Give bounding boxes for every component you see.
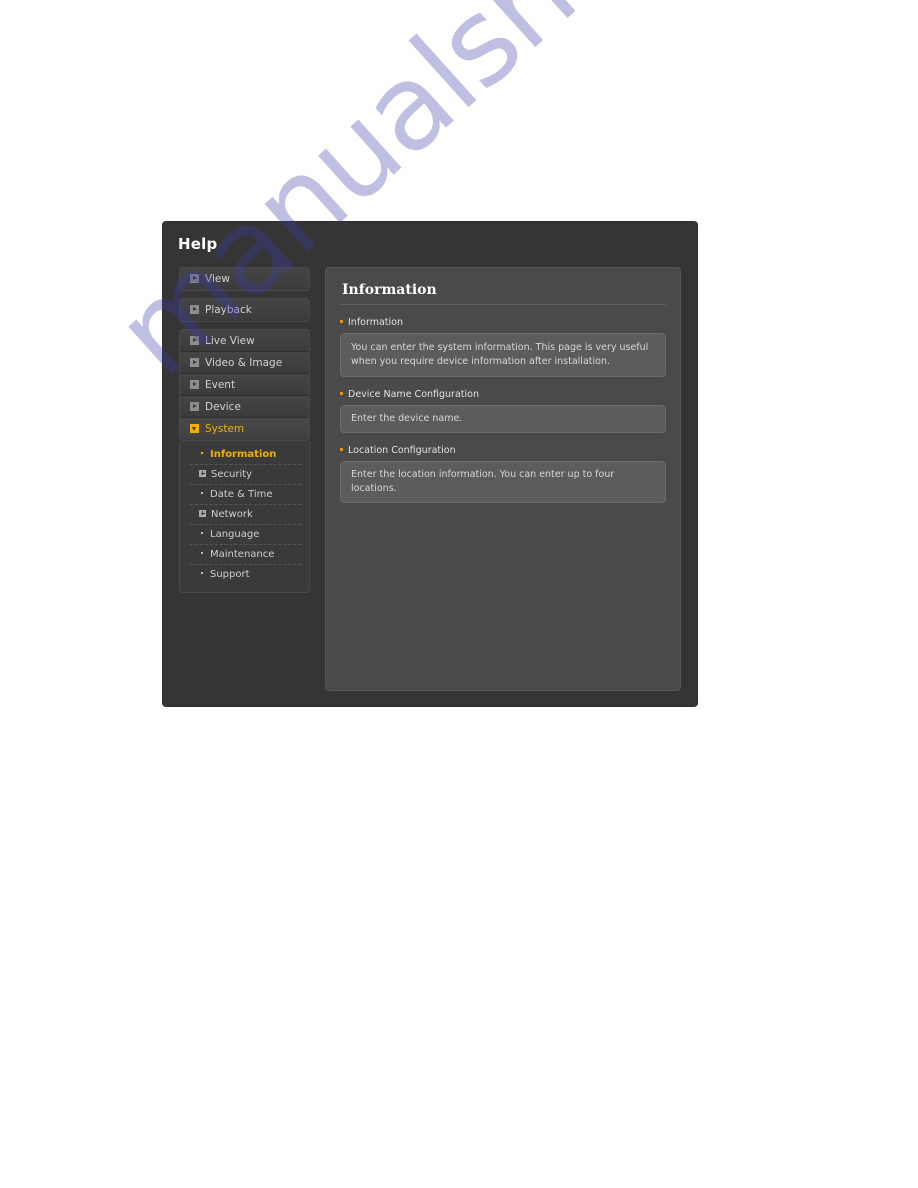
triangle-right-icon <box>190 273 199 283</box>
sidebar-item-device[interactable]: Device <box>180 396 309 418</box>
square-bullet-icon <box>340 392 343 395</box>
dot-bullet-icon <box>201 572 203 574</box>
triangle-right-icon <box>190 379 199 389</box>
sidebar-item-label: View <box>205 273 230 285</box>
submenu-item-label: Support <box>210 569 250 580</box>
title-divider <box>340 304 666 305</box>
plus-expand-icon <box>199 509 206 517</box>
section-device-name: Device Name Configuration Enter the devi… <box>340 389 666 433</box>
sidebar-item-system[interactable]: System <box>180 418 309 440</box>
submenu-system: Information Security Date & Time Network… <box>179 441 310 593</box>
dot-bullet-icon <box>201 492 203 494</box>
sidebar-item-language[interactable]: Language <box>190 525 301 545</box>
sidebar-item-live-view[interactable]: Live View <box>180 330 309 352</box>
sidebar-navigation: View Playback Live View Video & Image Ev… <box>179 267 310 593</box>
sidebar-item-label: System <box>205 423 245 435</box>
content-heading: Information <box>342 282 437 298</box>
sidebar-item-security[interactable]: Security <box>190 465 301 485</box>
triangle-right-icon <box>190 401 199 411</box>
menu-block-playback: Playback <box>179 298 310 322</box>
submenu-item-label: Information <box>210 449 277 460</box>
information-description-box: You can enter the system information. Th… <box>340 333 666 377</box>
triangle-right-icon <box>190 335 199 345</box>
sidebar-item-label: Device <box>205 401 241 413</box>
square-bullet-icon <box>340 448 343 451</box>
triangle-right-icon <box>190 357 199 367</box>
submenu-item-label: Network <box>211 509 253 520</box>
menu-block-view: View <box>179 267 310 291</box>
submenu-item-label: Maintenance <box>210 549 275 560</box>
submenu-item-label: Date & Time <box>210 489 273 500</box>
sidebar-item-label: Event <box>205 379 236 391</box>
section-label-text: Device Name Configuration <box>348 389 479 400</box>
section-label: Location Configuration <box>340 445 666 456</box>
dot-bullet-icon <box>201 552 203 554</box>
submenu-item-label: Language <box>210 529 260 540</box>
sidebar-item-maintenance[interactable]: Maintenance <box>190 545 301 565</box>
dot-bullet-icon <box>201 532 203 534</box>
sidebar-item-date-time[interactable]: Date & Time <box>190 485 301 505</box>
triangle-down-icon <box>190 423 199 433</box>
sidebar-item-label: Playback <box>205 304 252 316</box>
submenu-item-label: Security <box>211 469 253 480</box>
sidebar-item-event[interactable]: Event <box>180 374 309 396</box>
section-information: Information You can enter the system inf… <box>340 317 666 377</box>
section-label: Device Name Configuration <box>340 389 666 400</box>
section-label: Information <box>340 317 666 328</box>
content-panel: Information Information You can enter th… <box>325 267 681 691</box>
help-window: Help View Playback Live View Video & Ima… <box>163 222 697 706</box>
sidebar-item-label: Video & Image <box>205 357 283 369</box>
sidebar-item-information[interactable]: Information <box>190 445 301 465</box>
section-label-text: Information <box>348 317 403 328</box>
sidebar-item-view[interactable]: View <box>180 268 309 290</box>
section-location: Location Configuration Enter the locatio… <box>340 445 666 503</box>
sidebar-item-network[interactable]: Network <box>190 505 301 525</box>
sidebar-item-video-image[interactable]: Video & Image <box>180 352 309 374</box>
device-name-description-box: Enter the device name. <box>340 405 666 433</box>
sidebar-item-label: Live View <box>205 335 255 347</box>
triangle-right-icon <box>190 304 199 314</box>
sidebar-item-playback[interactable]: Playback <box>180 299 309 321</box>
sidebar-item-support[interactable]: Support <box>190 565 301 584</box>
section-label-text: Location Configuration <box>348 445 456 456</box>
plus-expand-icon <box>199 469 206 477</box>
page-title: Help <box>178 235 218 253</box>
dot-bullet-icon <box>201 452 203 454</box>
location-description-box: Enter the location information. You can … <box>340 461 666 503</box>
square-bullet-icon <box>340 320 343 323</box>
menu-block-main: Live View Video & Image Event Device Sys… <box>179 329 310 441</box>
